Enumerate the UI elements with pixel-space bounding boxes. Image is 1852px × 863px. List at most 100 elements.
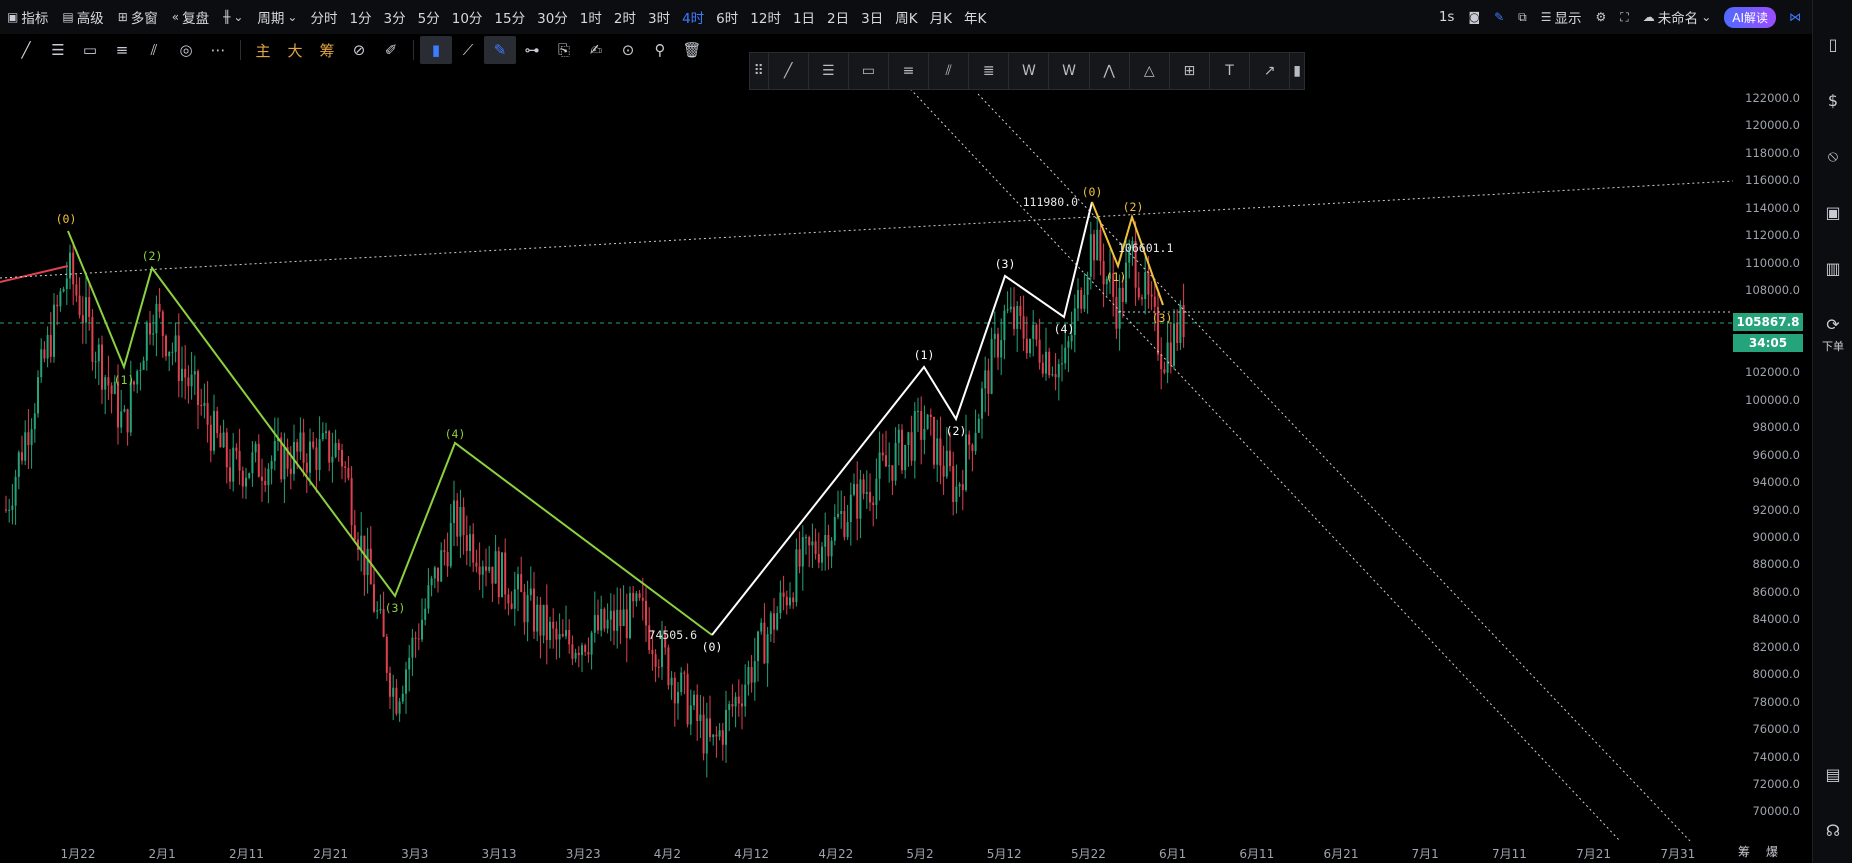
period-1[interactable]: 1分 — [343, 0, 377, 34]
candle-body — [129, 381, 132, 433]
period-5[interactable]: 15分 — [488, 0, 531, 34]
period-7[interactable]: 1时 — [574, 0, 608, 34]
palette-collapse[interactable]: ▮ — [1290, 52, 1304, 90]
gear-icon: ⚙ — [1595, 10, 1607, 24]
fullscreen-button[interactable]: ⛶ — [1613, 0, 1635, 34]
ruler-tool[interactable]: ⟋ — [452, 36, 484, 64]
price-chart[interactable]: (0) (1) (2) (3) (4) (0) (1) (2) (3) (4) (0) (1) (2) (… — [0, 66, 1733, 841]
brush-tool[interactable]: ✐ — [375, 36, 407, 64]
analysis-icon[interactable]: ⦸ — [1821, 144, 1845, 168]
visibility-tool[interactable]: ⊙ — [612, 36, 644, 64]
square-edit-button[interactable]: ⧉ — [1511, 0, 1534, 34]
pitchfork-tool[interactable]: ⫽ — [138, 36, 170, 64]
replay-button[interactable]: «复盘 — [165, 0, 216, 34]
horizontal-lines-tool[interactable]: ☰ — [42, 36, 74, 64]
delete-tool[interactable]: 🗑 — [676, 36, 708, 64]
filter-tool[interactable]: ⚲ — [644, 36, 676, 64]
palette-text-tool[interactable]: T — [1210, 52, 1251, 90]
period-16[interactable]: 周K — [889, 0, 923, 34]
palette-line-tool[interactable]: ╱ — [769, 52, 809, 90]
palette-channel-tool[interactable]: ⫽ — [929, 52, 970, 90]
copy-tool[interactable]: ⎘ — [548, 36, 580, 64]
interval-button[interactable]: 1s — [1432, 0, 1462, 34]
time-tick: 7月1 — [1411, 847, 1439, 861]
bottom-label-b[interactable]: 爆 — [1766, 843, 1778, 860]
palette-box-tool[interactable]: ⊞ — [1170, 52, 1210, 90]
panel-icon[interactable]: ▤ — [1821, 762, 1845, 786]
candle-body — [750, 667, 753, 683]
period-8[interactable]: 2时 — [608, 0, 642, 34]
share-button[interactable]: ⋈ — [1782, 0, 1808, 34]
bookmark-tool[interactable]: ▮ — [420, 36, 452, 64]
period-9[interactable]: 3时 — [642, 0, 676, 34]
note-tool[interactable]: ✍ — [580, 36, 612, 64]
white-wave-path[interactable] — [711, 201, 1093, 636]
place-order-icon[interactable]: ⟳ — [1821, 312, 1845, 336]
red-trend-line[interactable] — [0, 265, 69, 283]
chart-icon[interactable]: ▣ — [1821, 200, 1845, 224]
more-tools[interactable]: ⋯ — [202, 36, 234, 64]
layout-name-button[interactable]: ☁ 未命名 ⌄ — [1636, 0, 1719, 34]
layers-icon[interactable]: ▥ — [1821, 256, 1845, 280]
palette-rectangle-tool[interactable]: ▭ — [849, 52, 889, 90]
palette-drag-handle[interactable]: ⠿ — [750, 52, 769, 90]
period-11[interactable]: 6时 — [710, 0, 744, 34]
tool-da[interactable]: 大 — [279, 36, 311, 64]
palette-wave5-tool[interactable]: W — [1049, 52, 1090, 90]
support-icon[interactable]: ☊ — [1821, 818, 1845, 842]
period-15[interactable]: 3日 — [855, 0, 889, 34]
camera-button[interactable]: ◙ — [1461, 0, 1487, 34]
palette-levels-tool[interactable]: ≣ — [969, 52, 1010, 90]
tool-zhu[interactable]: 主 — [247, 36, 279, 64]
channel-line-lower[interactable] — [977, 93, 1691, 841]
palette-pattern-tool[interactable]: ⋀ — [1090, 52, 1130, 90]
palette-triangle-tool[interactable]: △ — [1130, 52, 1170, 90]
period-0[interactable]: 分时 — [304, 0, 343, 34]
palette-arrow-tool[interactable]: ↗ — [1250, 52, 1291, 90]
multi-window-button[interactable]: ⊞ 多窗 — [111, 0, 165, 34]
line-tool[interactable]: ╱ — [10, 36, 42, 64]
magnet-tool[interactable]: ⊘ — [343, 36, 375, 64]
watchlist-icon[interactable]: ▯ — [1821, 32, 1845, 56]
dotted-trendline[interactable] — [0, 180, 1733, 279]
price-axis[interactable]: 122000.0 120000.0 118000.0 116000.0 114000.0… — [1733, 66, 1812, 841]
draw-button[interactable]: ✎ — [1487, 0, 1511, 34]
period-17[interactable]: 月K — [924, 0, 958, 34]
time-axis[interactable]: 1月22 2月1 2月11 2月21 3月3 3月13 3月23 4月2 4月12 4月22 5月2… — [0, 841, 1733, 863]
palette-hlines-tool[interactable]: ☰ — [809, 52, 849, 90]
period-6[interactable]: 30分 — [531, 0, 574, 34]
candle-body — [334, 443, 337, 457]
fib-tool[interactable]: ≡ — [106, 36, 138, 64]
indicator-button[interactable]: ▣ 指标 — [0, 0, 55, 34]
rectangle-tool[interactable]: ▭ — [74, 36, 106, 64]
display-button[interactable]: ☰ 显示 — [1534, 0, 1589, 34]
channel-line-upper[interactable] — [899, 77, 1621, 841]
candle-type-button[interactable]: ╫ ⌄ — [216, 0, 250, 34]
settings-button[interactable]: ⚙ — [1589, 0, 1614, 34]
period-12[interactable]: 12时 — [744, 0, 787, 34]
candle-body — [213, 411, 215, 451]
period-3[interactable]: 5分 — [412, 0, 446, 34]
lock-tool[interactable]: ⊶ — [516, 36, 548, 64]
draw-mode-tool[interactable]: ✎ — [484, 36, 516, 64]
candle-body — [891, 465, 894, 481]
palette-wave3-tool[interactable]: W — [1009, 52, 1050, 90]
period-2[interactable]: 3分 — [378, 0, 412, 34]
period-dropdown[interactable]: 周期 ⌄ — [250, 0, 304, 34]
period-4[interactable]: 10分 — [446, 0, 489, 34]
period-13[interactable]: 1日 — [787, 0, 821, 34]
ai-analysis-button[interactable]: AI解读 — [1724, 6, 1776, 28]
bottom-label-a[interactable]: 筹 — [1738, 843, 1750, 860]
place-order-label[interactable]: 下单 — [1813, 338, 1852, 354]
orders-icon[interactable]: $ — [1821, 88, 1845, 112]
tool-chou[interactable]: 筹 — [311, 36, 343, 64]
period-18[interactable]: 年K — [958, 0, 992, 34]
period-10[interactable]: 4时 — [676, 0, 710, 34]
spiral-tool[interactable]: ◎ — [170, 36, 202, 64]
green-wave-path[interactable] — [67, 230, 713, 636]
advanced-button[interactable]: ▤ 高级 — [55, 0, 110, 34]
period-14[interactable]: 2日 — [821, 0, 855, 34]
lock-icon: ⊶ — [524, 41, 540, 59]
palette-fib-tool[interactable]: ≡ — [889, 52, 930, 90]
candle-body — [1160, 354, 1163, 370]
